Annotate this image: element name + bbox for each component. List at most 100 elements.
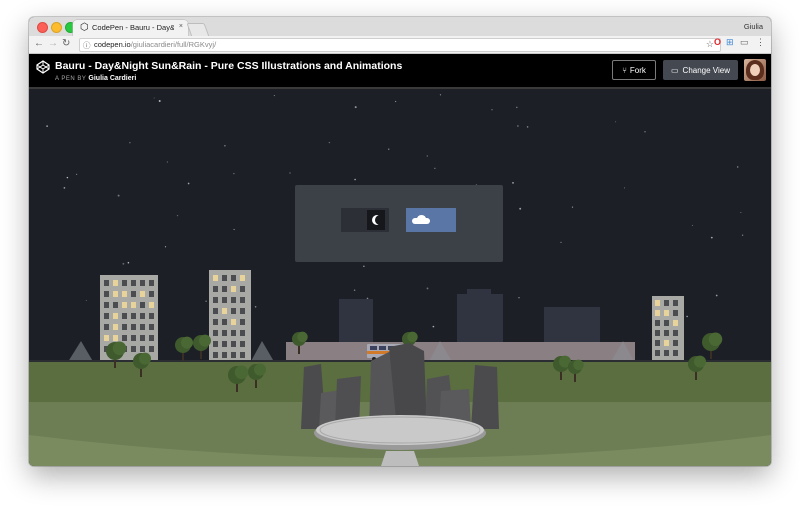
avatar[interactable] bbox=[744, 59, 766, 81]
building-window bbox=[664, 350, 669, 356]
bookmark-star-icon[interactable]: ☆ bbox=[706, 39, 714, 50]
back-icon[interactable]: ← bbox=[34, 38, 44, 50]
menu-icon[interactable]: ⋮ bbox=[756, 37, 765, 47]
star bbox=[205, 300, 207, 302]
star bbox=[519, 207, 522, 210]
star bbox=[289, 172, 291, 174]
building-window bbox=[122, 291, 127, 297]
tree-canopy bbox=[254, 363, 266, 376]
star bbox=[434, 167, 436, 169]
browser-window: ⬡ CodePen - Bauru - Day&Night × Giulia ←… bbox=[29, 17, 771, 466]
pen-title: Bauru - Day&Night Sun&Rain - Pure CSS Il… bbox=[55, 60, 403, 72]
star bbox=[66, 176, 69, 179]
star bbox=[363, 265, 365, 267]
tree-canopy bbox=[297, 331, 308, 343]
star bbox=[224, 144, 226, 147]
building-window bbox=[113, 291, 118, 297]
building-window bbox=[655, 340, 660, 346]
address-toolbar: ← → ↻ ⓘ codepen.io/giuliacardieri/full/R… bbox=[29, 36, 771, 54]
building-window bbox=[104, 324, 109, 330]
codepen-logo-icon[interactable] bbox=[36, 60, 50, 74]
tab-strip: ⬡ CodePen - Bauru - Day&Night × Giulia bbox=[29, 17, 771, 37]
building-window bbox=[222, 308, 227, 314]
building-window bbox=[131, 313, 136, 319]
reload-icon[interactable]: ↻ bbox=[62, 38, 70, 50]
tree-canopy bbox=[234, 365, 249, 380]
long-low-building bbox=[286, 342, 635, 360]
building-window bbox=[113, 335, 118, 341]
building-window bbox=[222, 275, 227, 281]
building-window bbox=[673, 340, 678, 346]
url-bar[interactable]: ⓘ codepen.io/giuliacardieri/full/RGKvyj/… bbox=[79, 38, 721, 52]
change-view-button[interactable]: ▭ Change View bbox=[663, 60, 738, 80]
star bbox=[127, 261, 130, 264]
url-text[interactable]: codepen.io/giuliacardieri/full/RGKvyj/ bbox=[94, 40, 216, 49]
building-window bbox=[213, 286, 218, 292]
tab-close-icon[interactable]: × bbox=[179, 23, 183, 30]
fork-button[interactable]: ⑂ Fork bbox=[612, 60, 656, 80]
star bbox=[560, 241, 562, 244]
building-window bbox=[131, 346, 136, 352]
browser-tab[interactable]: ⬡ CodePen - Bauru - Day&Night × bbox=[73, 20, 188, 36]
star bbox=[158, 100, 161, 102]
star bbox=[710, 236, 713, 239]
building-window bbox=[664, 340, 669, 346]
author-link[interactable]: Giulia Cardieri bbox=[88, 75, 136, 82]
opera-extension-icon[interactable]: O bbox=[714, 37, 721, 47]
building-window bbox=[222, 297, 227, 303]
building-window bbox=[231, 341, 236, 347]
star bbox=[644, 131, 646, 133]
building-window bbox=[213, 352, 218, 358]
star bbox=[63, 187, 66, 189]
star bbox=[254, 306, 257, 308]
star bbox=[740, 211, 742, 214]
tree-canopy bbox=[694, 355, 706, 368]
profile-name[interactable]: Giulia bbox=[744, 22, 763, 31]
building-window bbox=[664, 300, 669, 306]
building-window bbox=[122, 280, 127, 286]
minimize-window-button[interactable] bbox=[51, 22, 62, 33]
close-window-button[interactable] bbox=[37, 22, 48, 33]
fork-icon: ⑂ bbox=[622, 65, 627, 75]
building-window bbox=[655, 330, 660, 336]
building-window bbox=[149, 313, 154, 319]
change-view-icon: ▭ bbox=[670, 65, 679, 75]
apartment-building-middle bbox=[209, 270, 251, 361]
extension-icon[interactable]: ⊞ bbox=[726, 37, 734, 47]
star bbox=[741, 234, 744, 236]
cast-icon[interactable]: ▭ bbox=[740, 37, 749, 47]
weather-toggle-panel bbox=[295, 185, 503, 262]
star bbox=[432, 325, 435, 328]
building-window bbox=[231, 330, 236, 336]
building-window bbox=[213, 275, 218, 281]
star bbox=[164, 246, 167, 248]
scene-illustration bbox=[29, 89, 771, 466]
building-window bbox=[122, 302, 127, 308]
avatar-face bbox=[750, 64, 760, 76]
info-icon[interactable]: ⓘ bbox=[83, 40, 91, 51]
star bbox=[691, 224, 693, 226]
building-window bbox=[673, 310, 678, 316]
building-window bbox=[655, 350, 660, 356]
star bbox=[153, 97, 155, 99]
star bbox=[518, 297, 520, 299]
building-window bbox=[240, 297, 245, 303]
building-window bbox=[673, 350, 678, 356]
forward-icon[interactable]: → bbox=[48, 38, 58, 50]
building-window bbox=[149, 291, 154, 297]
building-window bbox=[213, 330, 218, 336]
building-window bbox=[104, 313, 109, 319]
building-window bbox=[113, 324, 118, 330]
star bbox=[46, 125, 48, 127]
night-toggle-button[interactable] bbox=[341, 208, 389, 232]
building-window bbox=[122, 335, 127, 341]
building-window bbox=[140, 280, 145, 286]
new-tab-button[interactable] bbox=[186, 23, 210, 37]
building-window bbox=[131, 324, 136, 330]
building-window bbox=[213, 308, 218, 314]
rain-toggle-button[interactable] bbox=[406, 208, 456, 232]
building-window bbox=[122, 324, 127, 330]
building-window bbox=[222, 341, 227, 347]
star bbox=[623, 187, 626, 189]
building-window bbox=[231, 308, 236, 314]
